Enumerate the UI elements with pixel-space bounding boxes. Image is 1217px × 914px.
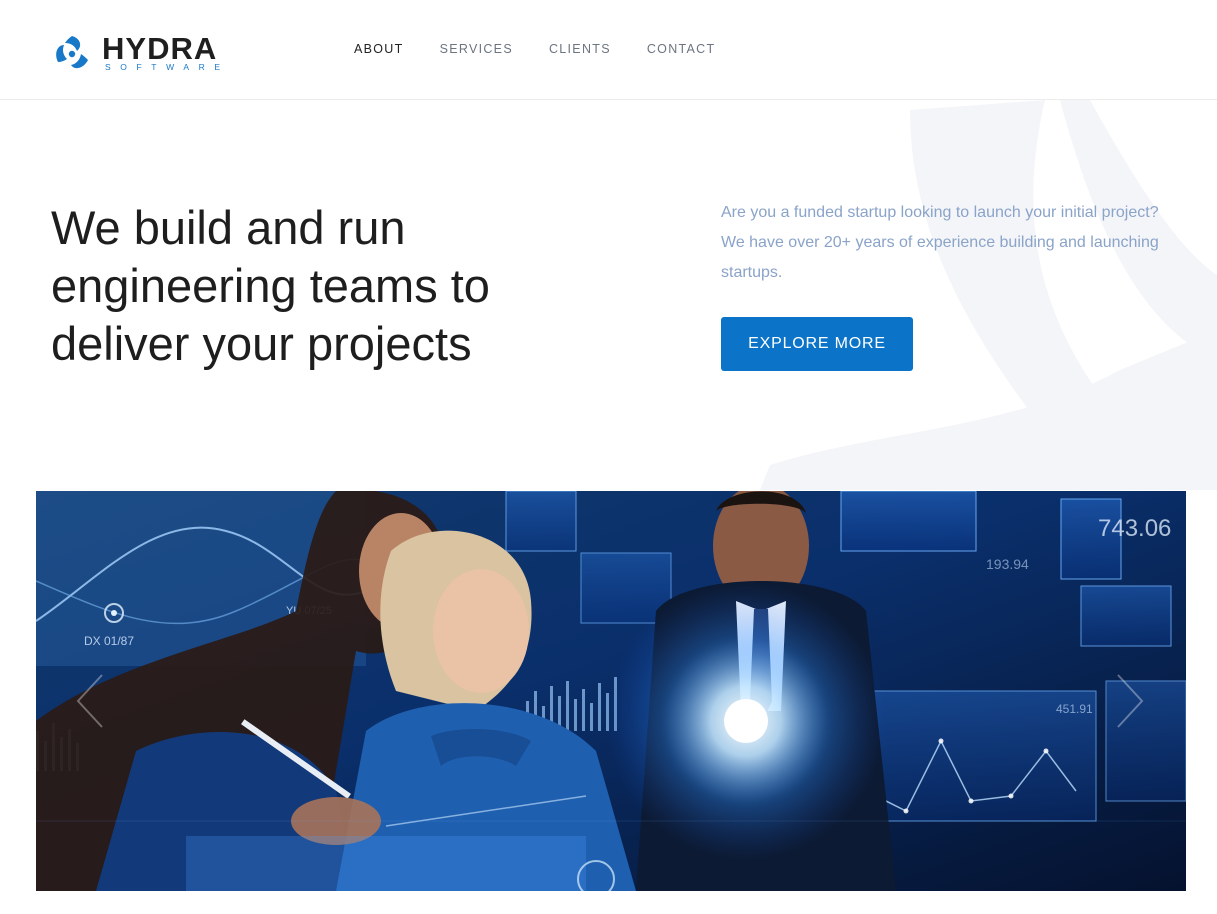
nav-item-contact[interactable]: CONTACT xyxy=(647,41,716,57)
hydra-logo-icon xyxy=(56,36,88,69)
main-nav: ABOUT SERVICES CLIENTS CONTACT xyxy=(354,41,751,57)
nav-item-services[interactable]: SERVICES xyxy=(440,41,513,57)
hero-copy: Are you a funded startup looking to laun… xyxy=(721,204,1159,281)
hud-readout: 743.06 xyxy=(1098,515,1171,542)
brand-logo[interactable]: HYDRA SOFTWARE xyxy=(50,30,250,76)
hud-readout: DX 01/87 xyxy=(84,634,134,648)
nav-item-about[interactable]: ABOUT xyxy=(354,41,404,57)
brand-tagline: SOFTWARE xyxy=(105,62,230,72)
nav-item-clients[interactable]: CLIENTS xyxy=(549,41,611,57)
slider-prev-arrow[interactable] xyxy=(72,671,112,731)
slider-next-arrow[interactable] xyxy=(1108,671,1148,731)
logo-watermark-icon xyxy=(760,100,1217,490)
hero-banner-image: DX 01/87 YU 07/25 743.06 193.94 451.91 xyxy=(36,491,1186,891)
site-header: HYDRA SOFTWARE ABOUT SERVICES CLIENTS CO… xyxy=(0,0,1217,100)
brand-name: HYDRA xyxy=(102,31,218,66)
explore-more-button[interactable]: EXPLORE MORE xyxy=(721,317,913,371)
hud-readout: 451.91 xyxy=(1056,702,1093,716)
banner-illustration: DX 01/87 YU 07/25 743.06 193.94 451.91 xyxy=(36,491,1186,891)
hero-title: We build and run engineering teams to de… xyxy=(51,201,490,370)
hud-readout: 193.94 xyxy=(986,556,1029,572)
